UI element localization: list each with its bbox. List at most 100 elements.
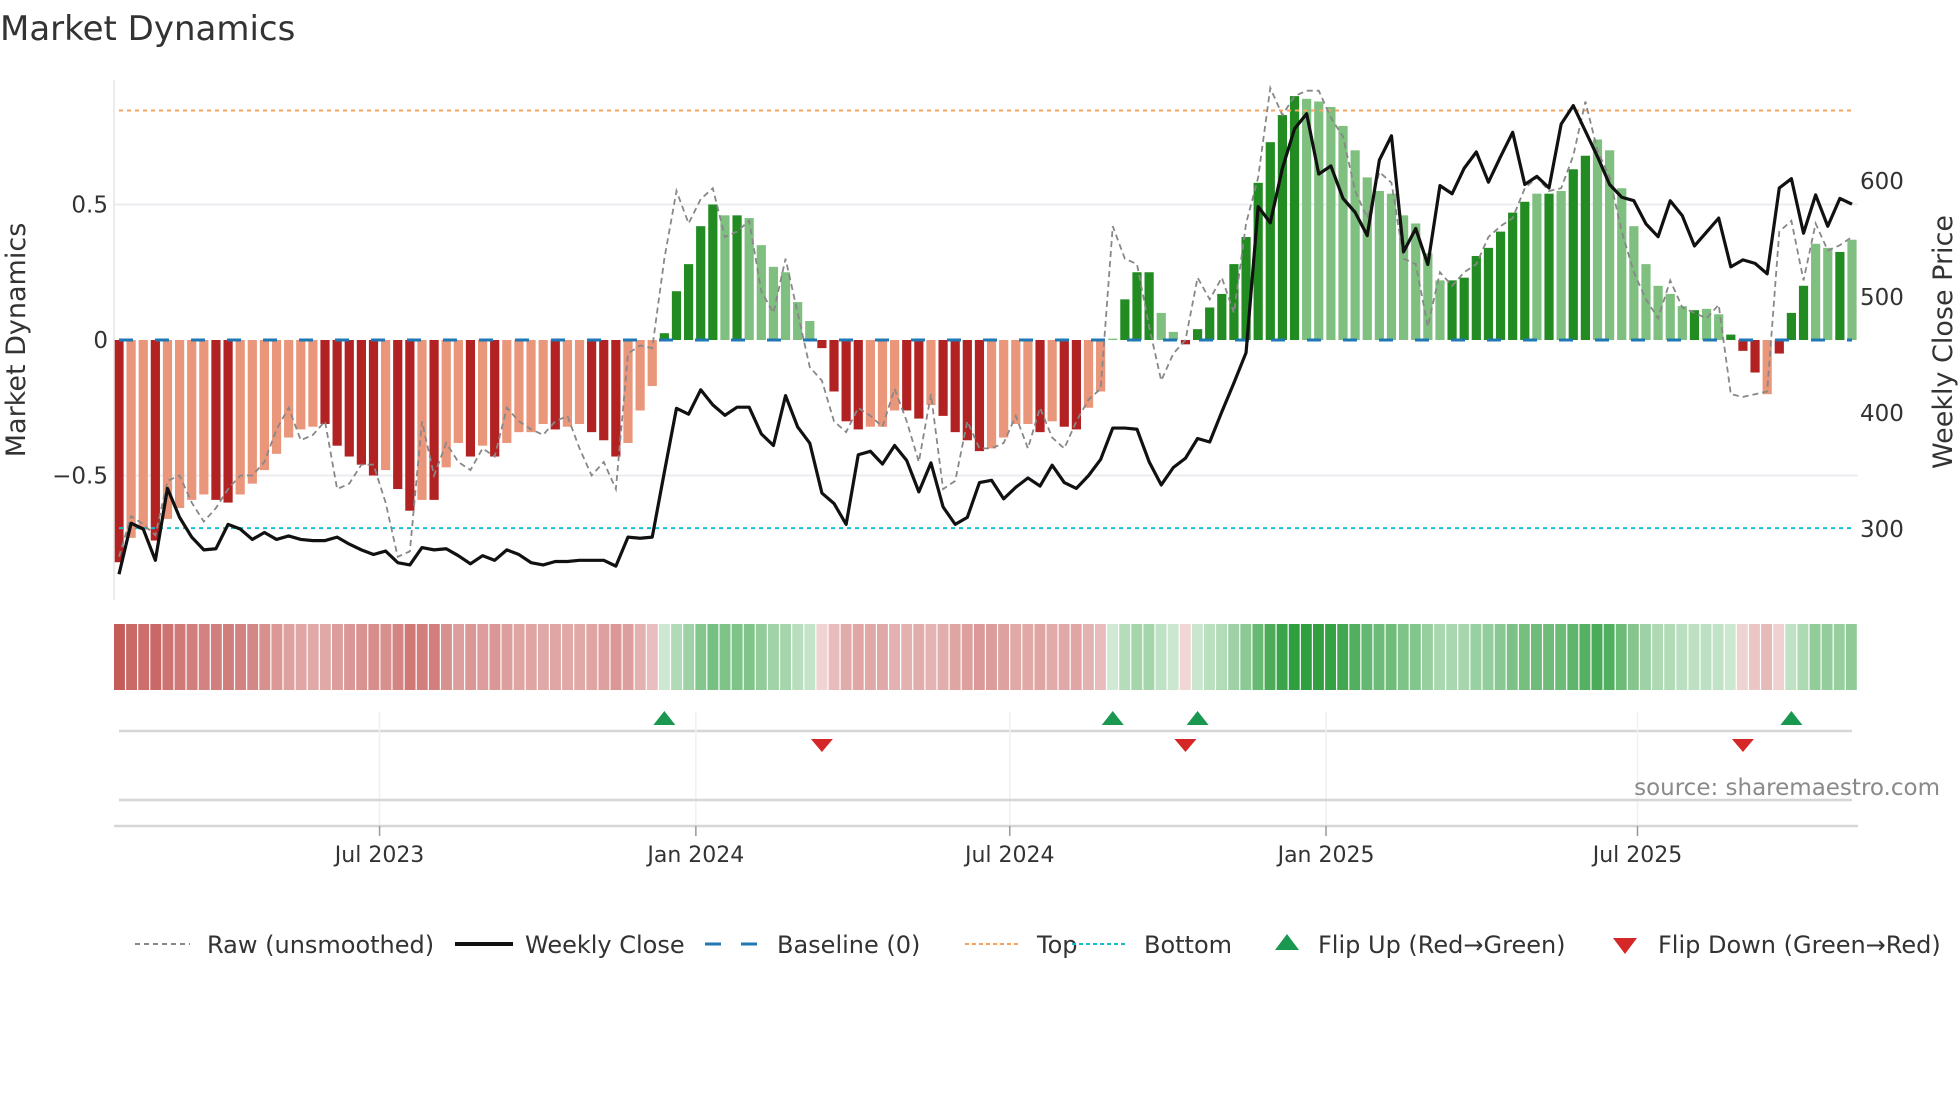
y2-tick-label: 600	[1860, 169, 1904, 195]
momentum-bar	[1556, 190, 1566, 340]
momentum-bar	[1641, 264, 1651, 340]
heat-cell	[368, 624, 380, 690]
heat-cell	[1615, 624, 1627, 690]
momentum-bar	[1120, 299, 1130, 340]
momentum-bar	[683, 264, 694, 340]
momentum-bar	[732, 215, 742, 340]
momentum-bar	[453, 340, 463, 443]
heat-cell	[1276, 624, 1288, 690]
raw-line	[118, 84, 1853, 559]
momentum-bar	[829, 340, 839, 392]
heat-cell	[1591, 624, 1603, 690]
momentum-bar	[1205, 307, 1215, 340]
momentum-bar	[296, 340, 306, 430]
heat-cell	[1167, 624, 1179, 690]
momentum-bar	[950, 340, 960, 433]
heat-cell	[1712, 624, 1724, 690]
heat-cell	[695, 624, 707, 690]
heat-cell	[1845, 624, 1857, 690]
flip-up-marker	[653, 711, 676, 725]
heat-cell	[1446, 624, 1458, 690]
legend-label: Baseline (0)	[777, 931, 920, 959]
momentum-bar	[381, 340, 391, 471]
momentum-bar	[477, 340, 488, 446]
heat-cell	[913, 624, 925, 690]
heat-cell	[1216, 624, 1228, 690]
heat-cell	[247, 624, 259, 690]
momentum-bar	[417, 340, 427, 500]
heat-cell	[731, 624, 743, 690]
heat-cell	[1434, 624, 1446, 690]
heat-cell	[525, 624, 537, 690]
source-label: source: sharemaestro.com	[1634, 775, 1940, 801]
momentum-bar	[1059, 340, 1069, 427]
momentum-bar	[817, 340, 827, 349]
momentum-bar	[1362, 177, 1372, 340]
heat-cell	[1700, 624, 1712, 690]
heat-cell	[1070, 624, 1082, 690]
heat-cell	[1821, 624, 1833, 690]
momentum-bar	[562, 340, 572, 427]
heat-cell	[1809, 624, 1821, 690]
momentum-bar	[502, 340, 512, 443]
heat-cell	[622, 624, 634, 690]
momentum-bar	[1217, 293, 1227, 340]
heat-cell	[1664, 624, 1676, 690]
heat-cell	[574, 624, 586, 690]
momentum-bar	[1847, 239, 1857, 340]
heat-cell	[1082, 624, 1094, 690]
momentum-bar	[938, 340, 948, 416]
heat-cell	[186, 624, 198, 690]
legend-label: Weekly Close	[525, 931, 685, 959]
heat-cell	[998, 624, 1010, 690]
momentum-bar	[1265, 142, 1275, 340]
momentum-bar	[344, 340, 354, 457]
momentum-bar	[1677, 306, 1687, 340]
momentum-bar	[490, 340, 500, 457]
momentum-bar	[1338, 125, 1348, 340]
y2-tick-label: 400	[1860, 401, 1904, 427]
momentum-bar	[1629, 226, 1639, 340]
heat-cell	[1724, 624, 1736, 690]
heat-cell	[416, 624, 428, 690]
heat-cell	[1119, 624, 1131, 690]
momentum-bar	[211, 340, 221, 500]
heat-cell	[1543, 624, 1555, 690]
momentum-bar	[1374, 190, 1384, 340]
momentum-bar	[1811, 243, 1821, 340]
heat-cell	[1640, 624, 1651, 690]
heat-cell	[1506, 624, 1518, 690]
heat-cell	[501, 624, 513, 690]
momentum-bar	[999, 340, 1009, 438]
heat-cell	[1179, 624, 1191, 690]
heat-cell	[889, 624, 901, 690]
heat-cell	[271, 624, 283, 690]
momentum-bar	[587, 340, 597, 433]
heat-cell	[1325, 624, 1337, 690]
heat-cell	[864, 624, 876, 690]
heat-cell	[428, 624, 440, 690]
momentum-bar	[1023, 340, 1033, 425]
momentum-bar	[1350, 150, 1360, 340]
heat-cell	[780, 624, 792, 690]
x-axis: Jul 2023 Jan 2024 Jul 2024 Jan 2025 Jul 2025	[114, 712, 1858, 868]
momentum-bar	[974, 340, 985, 452]
momentum-bar	[526, 340, 536, 433]
momentum-bar	[1617, 188, 1627, 340]
momentum-bar	[259, 340, 270, 471]
heat-cell	[356, 624, 368, 690]
momentum-bar	[805, 321, 815, 340]
momentum-bar	[986, 340, 997, 449]
momentum-bar	[356, 340, 366, 465]
momentum-bar	[793, 302, 803, 340]
momentum-bar	[284, 340, 294, 438]
momentum-bar	[1495, 231, 1506, 340]
momentum-bar	[841, 340, 851, 422]
heat-cell	[259, 624, 271, 690]
flip-up-marker	[1186, 711, 1209, 725]
momentum-bar	[1532, 193, 1542, 340]
heat-cell	[719, 624, 731, 690]
heat-cell	[1288, 624, 1300, 690]
momentum-bar	[914, 340, 924, 419]
momentum-bar	[1447, 280, 1457, 340]
